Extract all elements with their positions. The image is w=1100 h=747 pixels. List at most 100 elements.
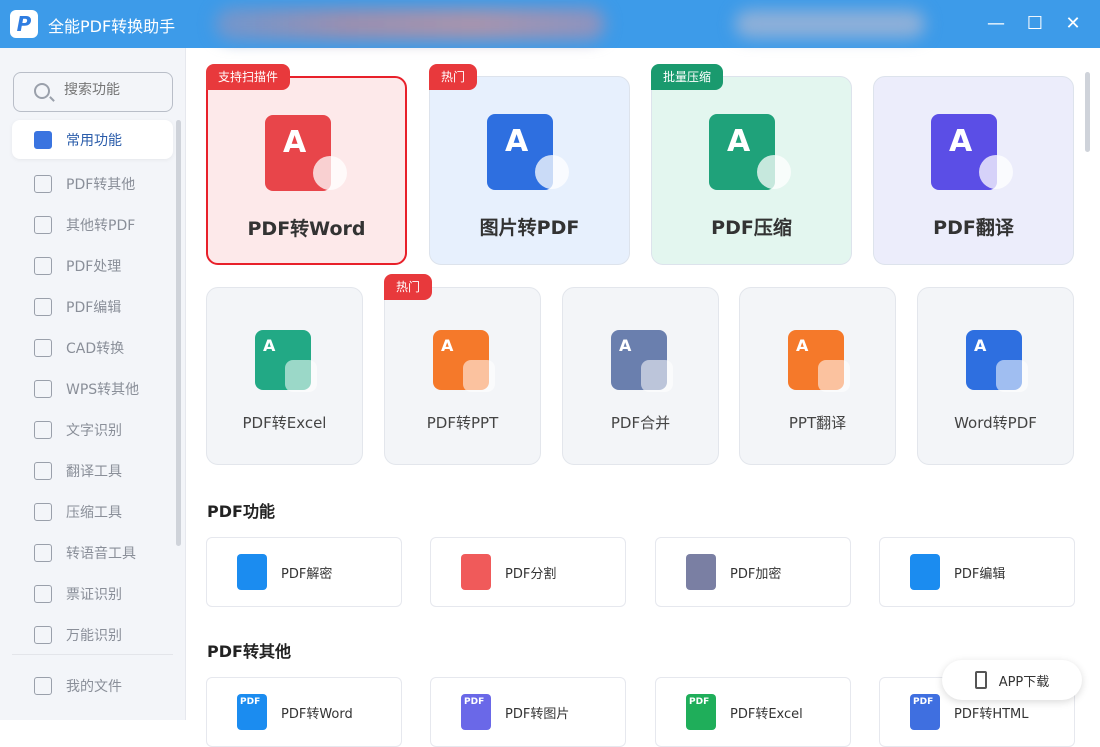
quick-tool-card[interactable]: A PDF转Excel: [206, 287, 363, 465]
search-box[interactable]: [13, 72, 173, 112]
pdf-tag: PDF: [913, 697, 933, 707]
sidebar-item-label: 其他转PDF: [66, 215, 135, 235]
feature-label: 图片转PDF: [430, 213, 629, 240]
sidebar-item[interactable]: PDF处理: [12, 246, 173, 285]
sidebar-item[interactable]: PDF编辑: [12, 287, 173, 326]
sidebar-item-label: 翻译工具: [66, 461, 122, 481]
quick-tool-card[interactable]: A PDF合并: [562, 287, 719, 465]
sidebar-item[interactable]: 票证识别: [12, 574, 173, 613]
category-icon: [34, 175, 52, 193]
function-icon: [686, 554, 716, 590]
quick-tool-label: PPT翻译: [740, 412, 895, 433]
function-item[interactable]: PDF PDF转图片: [430, 677, 626, 747]
category-icon: [34, 339, 52, 357]
tool-icon-glyph: [818, 360, 850, 392]
app-title: 全能PDF转换助手: [48, 13, 175, 37]
function-icon: [237, 554, 267, 590]
sidebar-scrollbar[interactable]: [176, 120, 181, 546]
pdf-tag: PDF: [689, 697, 709, 707]
close-button[interactable]: ✕: [1061, 12, 1085, 36]
category-icon: [34, 421, 52, 439]
category-icon: [34, 544, 52, 562]
function-item[interactable]: PDFPDF转Excel: [655, 677, 851, 747]
quick-tool-card[interactable]: A Word转PDF: [917, 287, 1074, 465]
sidebar-item-label: 票证识别: [66, 584, 122, 604]
function-item[interactable]: PDF解密: [206, 537, 402, 607]
function-label: PDF转图片: [505, 703, 569, 722]
feature-card[interactable]: A PDF转Word: [206, 76, 407, 265]
main-scrollbar[interactable]: [1085, 72, 1090, 152]
function-item[interactable]: PDF编辑: [879, 537, 1075, 607]
feature-card[interactable]: A PDF翻译: [873, 76, 1074, 265]
section-title: PDF功能: [207, 498, 275, 522]
quick-tool-label: Word转PDF: [918, 412, 1073, 433]
pdf-tag: PDF: [240, 697, 260, 707]
sidebar-item[interactable]: 翻译工具: [12, 451, 173, 490]
function-item[interactable]: PDF PDF转Word: [206, 677, 402, 747]
sidebar-item[interactable]: 转语音工具: [12, 533, 173, 572]
sidebar-item[interactable]: 万能识别: [12, 615, 173, 654]
search-input[interactable]: [64, 82, 164, 98]
sidebar-item[interactable]: CAD转换: [12, 328, 173, 367]
function-icon: [461, 554, 491, 590]
sidebar-item-my-files[interactable]: 我的文件: [12, 666, 173, 705]
quick-tool-label: PDF合并: [563, 412, 718, 433]
tool-icon-glyph: [996, 360, 1028, 392]
tool-icon-glyph: [641, 360, 673, 392]
category-icon: [34, 131, 52, 149]
quick-tool-card[interactable]: A PDF转PPT: [384, 287, 541, 465]
function-item[interactable]: PDF分割: [430, 537, 626, 607]
function-label: PDF转Word: [281, 703, 353, 722]
maximize-button[interactable]: ☐: [1023, 12, 1047, 36]
sidebar-item-label: 转语音工具: [66, 543, 136, 563]
sidebar-item-label: PDF编辑: [66, 297, 121, 317]
function-item[interactable]: PDF加密: [655, 537, 851, 607]
search-icon: [34, 83, 50, 99]
sidebar-item-label: WPS转其他: [66, 379, 139, 399]
quick-tool-label: PDF转PPT: [385, 412, 540, 433]
feature-icon-overlay: [313, 156, 347, 190]
function-icon: PDF: [237, 694, 267, 730]
sidebar-item-label: PDF转其他: [66, 174, 135, 194]
function-label: PDF转HTML: [954, 703, 1029, 722]
sidebar-item-label: PDF处理: [66, 256, 121, 276]
file-icon: [34, 677, 52, 695]
category-icon: [34, 298, 52, 316]
category-icon: [34, 216, 52, 234]
app-download-label: APP下载: [999, 671, 1050, 690]
sidebar-item[interactable]: WPS转其他: [12, 369, 173, 408]
feature-label: PDF压缩: [652, 213, 851, 240]
category-icon: [34, 585, 52, 603]
hot-badge: 热门: [384, 274, 432, 300]
category-icon: [34, 503, 52, 521]
sidebar-item[interactable]: 文字识别: [12, 410, 173, 449]
feature-icon-overlay: [535, 155, 569, 189]
sidebar-item-label: 我的文件: [66, 676, 122, 696]
function-label: PDF分割: [505, 563, 556, 582]
sidebar-item[interactable]: 其他转PDF: [12, 205, 173, 244]
category-icon: [34, 380, 52, 398]
sidebar-item-label: 常用功能: [66, 130, 122, 150]
blurred-region: [215, 8, 605, 40]
quick-tool-card[interactable]: A PPT翻译: [739, 287, 896, 465]
feature-badge: 批量压缩: [651, 64, 723, 90]
sidebar-item[interactable]: 常用功能: [12, 120, 173, 159]
category-icon: [34, 257, 52, 275]
sidebar-item-label: 文字识别: [66, 420, 122, 440]
sidebar-item-label: 万能识别: [66, 625, 122, 645]
feature-card[interactable]: A PDF压缩: [651, 76, 852, 265]
sidebar-item-label: 压缩工具: [66, 502, 122, 522]
sidebar-item[interactable]: PDF转其他: [12, 164, 173, 203]
tool-icon-glyph: [285, 360, 317, 392]
function-icon: PDF: [461, 694, 491, 730]
app-download-button[interactable]: APP下载: [942, 660, 1082, 700]
section-title: PDF转其他: [207, 638, 291, 662]
tool-icon-glyph: [463, 360, 495, 392]
feature-label: PDF翻译: [874, 213, 1073, 240]
feature-card[interactable]: A 图片转PDF: [429, 76, 630, 265]
feature-label: PDF转Word: [208, 214, 405, 241]
sidebar-item[interactable]: 压缩工具: [12, 492, 173, 531]
minimize-button[interactable]: —: [984, 12, 1008, 36]
function-icon: PDF: [910, 694, 940, 730]
feature-icon-overlay: [979, 155, 1013, 189]
